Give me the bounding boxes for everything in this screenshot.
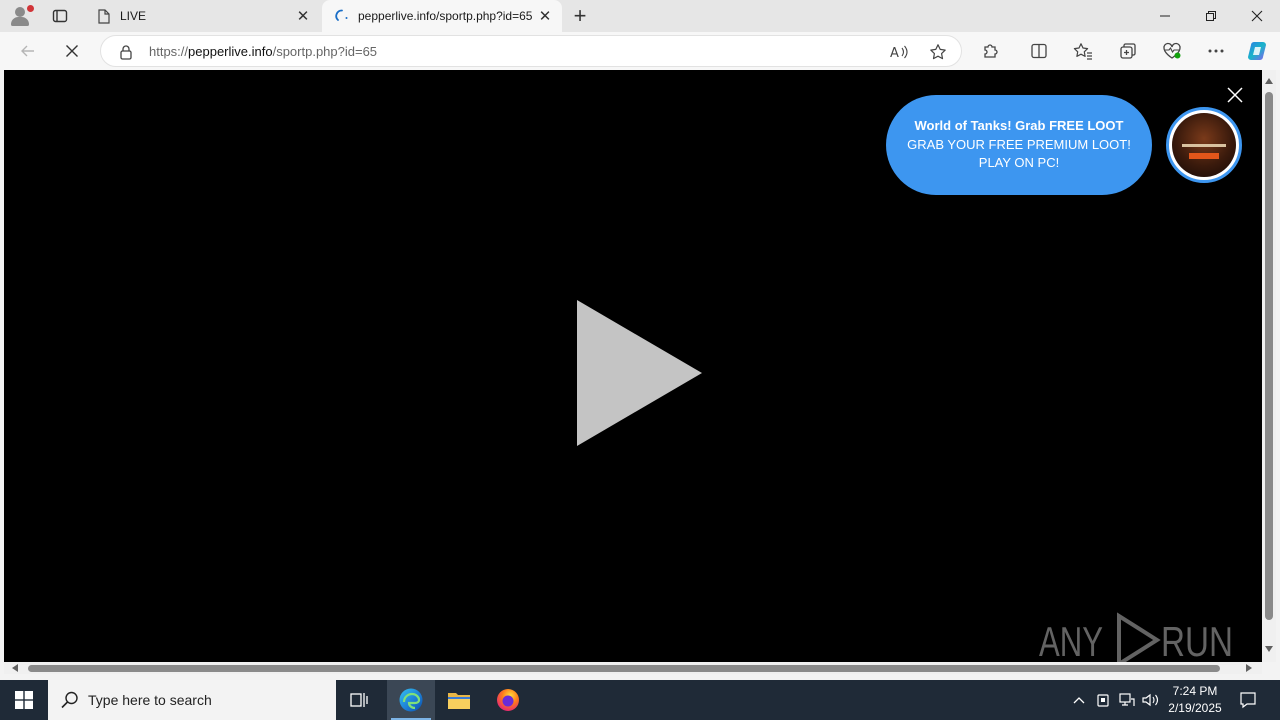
tab-pepperlive[interactable]: pepperlive.info/sportp.php?id=65 ✕ [322,0,562,32]
task-view-icon [350,693,368,707]
scroll-down-icon[interactable] [1264,644,1274,654]
taskbar-clock[interactable]: 7:24 PM 2/19/2025 [1162,683,1228,717]
promo-text: GRAB YOUR FREE PREMIUM LOOT! PLAY ON PC! [907,137,1131,170]
network-icon[interactable] [1116,680,1138,720]
scroll-left-icon[interactable] [10,663,20,673]
vertical-scroll-thumb[interactable] [1265,92,1273,620]
play-button-icon[interactable] [577,300,707,448]
tab-actions-icon[interactable] [48,6,72,26]
task-view-button[interactable] [336,680,384,720]
favorites-icon[interactable] [1069,37,1097,65]
watermark-run: RUN [1161,618,1233,662]
read-aloud-icon[interactable]: A [887,40,911,64]
copilot-icon[interactable] [1244,37,1272,65]
profile-head [15,7,25,17]
chevron-up-icon [1073,697,1085,704]
close-tab-icon[interactable]: ✕ [534,5,556,27]
horizontal-scroll-thumb[interactable] [28,665,1220,672]
heart-pulse-icon[interactable] [1158,37,1186,65]
more-icon[interactable] [1202,37,1230,65]
search-icon [61,691,78,709]
tab-bar: LIVE ✕ pepperlive.info/sportp.php?id=65 … [0,0,1280,32]
tab-live[interactable]: LIVE ✕ [84,0,320,32]
search-placeholder: Type here to search [88,692,212,708]
edge-icon [399,688,423,712]
taskbar: Type here to search 7:24 PM 2/19/2025 [0,680,1280,720]
promo-thumbnail[interactable] [1166,107,1242,183]
restore-button[interactable] [1188,0,1234,32]
clock-date: 2/19/2025 [1168,701,1222,715]
profile-icon[interactable] [8,5,34,27]
promo-title: World of Tanks! Grab FREE LOOT [914,118,1124,133]
profile-body [11,17,29,26]
url-text[interactable]: https://pepperlive.info/sportp.php?id=65 [149,44,377,59]
scroll-right-icon[interactable] [1244,663,1254,673]
page-icon [96,8,112,24]
puzzle-icon[interactable] [977,37,1005,65]
close-tab-icon[interactable]: ✕ [292,5,314,27]
thumbnail-text-bar [1182,144,1226,147]
url-host: pepperlive.info [188,44,273,59]
new-tab-button[interactable]: + [568,3,592,28]
split-screen-icon[interactable] [1025,37,1053,65]
anyrun-watermark: ANY RUN [1039,612,1233,662]
taskbar-search[interactable]: Type here to search [48,680,336,720]
back-button[interactable] [14,37,42,65]
volume-icon[interactable] [1140,680,1162,720]
notification-dot [27,5,34,12]
star-icon[interactable] [926,40,950,64]
notifications-icon[interactable] [1236,680,1260,720]
firefox-taskbar-button[interactable] [484,680,532,720]
url-scheme: https:// [149,44,189,59]
collections-icon[interactable] [1114,37,1142,65]
promo-banner[interactable]: World of Tanks! Grab FREE LOOT GRAB YOUR… [886,95,1152,195]
navigation-bar: https://pepperlive.info/sportp.php?id=65… [0,32,1280,70]
loading-icon [334,8,350,24]
promo-thumbnail-image [1172,113,1236,177]
file-explorer-button[interactable] [435,680,483,720]
lock-icon[interactable] [119,44,133,60]
vertical-scrollbar[interactable] [1262,70,1276,662]
watermark-any: ANY [1039,618,1103,662]
watermark-play-icon [1117,612,1161,662]
stop-button[interactable] [58,37,86,65]
start-button[interactable] [0,680,48,720]
show-hidden-icons-button[interactable] [1068,680,1090,720]
scroll-up-icon[interactable] [1264,76,1274,86]
tab-title: LIVE [120,9,147,23]
edge-taskbar-button[interactable] [387,680,435,720]
firefox-icon [497,689,519,711]
thumbnail-button [1189,153,1219,159]
tab-title: pepperlive.info/sportp.php?id=65 [358,9,533,23]
windows-logo-icon [15,691,33,709]
folder-icon [448,693,470,709]
address-bar[interactable]: https://pepperlive.info/sportp.php?id=65… [100,35,962,67]
device-tray-icon[interactable] [1092,680,1114,720]
close-promo-icon[interactable] [1226,86,1244,104]
page-viewport: World of Tanks! Grab FREE LOOT GRAB YOUR… [4,70,1262,662]
horizontal-scrollbar[interactable] [4,662,1262,674]
clock-time: 7:24 PM [1172,684,1218,698]
url-path: /sportp.php?id=65 [272,44,378,59]
close-window-button[interactable] [1234,0,1280,32]
minimize-button[interactable] [1142,0,1188,32]
svg-text:A: A [890,46,899,60]
